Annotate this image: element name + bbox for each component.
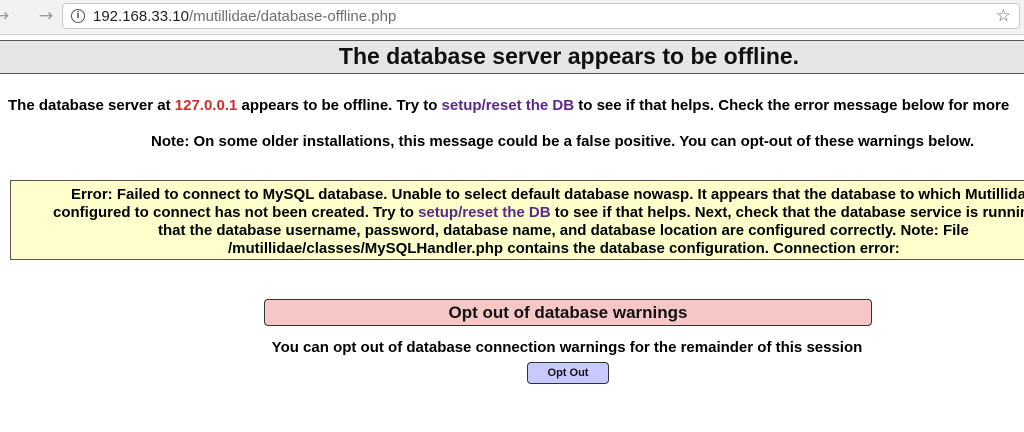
offline-message-suffix: to see if that helps. Check the error me… bbox=[574, 97, 1010, 114]
opt-out-button[interactable]: Opt Out bbox=[527, 362, 609, 384]
forward-icon[interactable]: → bbox=[36, 6, 56, 26]
info-icon[interactable]: i bbox=[71, 9, 85, 23]
offline-message-prefix: The database server at bbox=[8, 97, 175, 114]
optout-description: You can opt out of database connection w… bbox=[271, 339, 863, 356]
url-path: /mutillidae/database-offline.php bbox=[188, 8, 397, 25]
page-title: The database server appears to be offlin… bbox=[338, 43, 800, 69]
error-setup-reset-db-link[interactable]: setup/reset the DB bbox=[418, 204, 551, 221]
offline-message: The database server at 127.0.0.1 appears… bbox=[8, 97, 1009, 114]
setup-reset-db-link[interactable]: setup/reset the DB bbox=[442, 97, 575, 114]
error-line-2-suffix: to see if that helps. Next, check that t… bbox=[550, 204, 1024, 221]
address-bar[interactable]: i 192.168.33.10/mutillidae/database-offl… bbox=[62, 3, 1020, 29]
error-message-box: Error: Failed to connect to MySQL databa… bbox=[10, 180, 1024, 260]
url-text[interactable]: 192.168.33.10/mutillidae/database-offlin… bbox=[93, 8, 396, 25]
offline-message-mid: appears to be offline. Try to bbox=[237, 97, 442, 114]
bookmark-star-icon[interactable]: ☆ bbox=[996, 6, 1011, 26]
error-line-1: Error: Failed to connect to MySQL databa… bbox=[71, 186, 1024, 203]
error-line-3: that the database username, password, da… bbox=[158, 222, 969, 239]
back-icon[interactable]: → bbox=[0, 6, 12, 26]
error-line-2-prefix: configured to connect has not been creat… bbox=[53, 204, 419, 221]
browser-toolbar: → → i 192.168.33.10/mutillidae/database-… bbox=[0, 0, 1024, 35]
server-ip: 127.0.0.1 bbox=[174, 97, 238, 114]
error-line-4: /mutillidae/classes/MySQLHandler.php con… bbox=[228, 240, 900, 257]
false-positive-note: Note: On some older installations, this … bbox=[151, 133, 975, 150]
optout-header: Opt out of database warnings bbox=[264, 299, 872, 326]
error-line-2: configured to connect has not been creat… bbox=[53, 204, 1024, 221]
url-host: 192.168.33.10 bbox=[93, 8, 189, 25]
page-title-bar: The database server appears to be offlin… bbox=[0, 40, 1024, 74]
